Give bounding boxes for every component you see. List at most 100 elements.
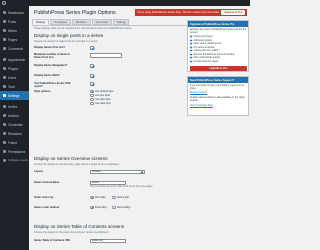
promo-feature: Add series groups <box>189 38 212 42</box>
sidebar-item-future[interactable]: Future <box>0 138 29 147</box>
section-title-overview: Display on Series Overview screens <box>34 156 108 161</box>
check-icon <box>189 49 193 52</box>
field-label: Maximum number of items in Series Post L… <box>34 53 70 60</box>
field-label: Series order method <box>34 206 60 209</box>
order-by-series-part-radio[interactable] <box>112 195 116 199</box>
max-items-input[interactable] <box>90 53 122 58</box>
style-box-radio[interactable] <box>90 93 94 97</box>
checklists-icon <box>3 123 6 126</box>
radio-label: Use box style <box>95 94 111 97</box>
series-custom-base-input[interactable]: series <box>90 180 126 185</box>
revisions-icon <box>3 132 6 135</box>
tools-icon <box>3 85 6 88</box>
banner-upgrade-button[interactable]: Upgrade to Pro <box>221 10 245 15</box>
sidebar-item-comments[interactable]: Comments <box>0 44 29 53</box>
upgrade-promo-box: Upgrade to PublishPress Series Pro Enhan… <box>187 20 249 72</box>
promo-header: Upgrade to PublishPress Series Pro <box>188 21 248 27</box>
sidebar-item-permissions[interactable]: Permissions <box>0 147 29 156</box>
display-series-meta-checkbox[interactable] <box>90 73 94 78</box>
series-icon <box>3 105 6 108</box>
wordpress-logo-icon[interactable] <box>2 1 6 5</box>
style-dark-radio[interactable] <box>90 101 94 105</box>
support-header: Need PublishPress Series Support? <box>188 77 248 83</box>
sidebar-item-series[interactable]: Series <box>0 102 29 111</box>
sidebar-item-dashboard[interactable]: Dashboard <box>0 8 29 17</box>
settings-icon <box>3 94 6 97</box>
field-label: Series Custom Base: <box>34 181 60 184</box>
style-light-radio[interactable] <box>90 97 94 101</box>
settings-form: These settings allow you to customize th… <box>32 26 194 250</box>
upgrade-banner: You're using PublishPress Series Free. T… <box>135 9 247 16</box>
section-desc-single-posts: Choose the design for pages that are inc… <box>34 40 98 43</box>
layout-select[interactable]: Default <box>90 169 145 174</box>
pages-icon <box>3 38 6 41</box>
authors-icon <box>3 114 6 117</box>
field-label: Order series by: <box>34 196 54 199</box>
sidebar-item-revisions[interactable]: Revisions <box>0 129 29 138</box>
order-by-post-date-radio[interactable] <box>90 195 94 199</box>
future-icon <box>3 141 6 144</box>
use-series-css-checkbox[interactable] <box>90 81 94 86</box>
radio-label: Descending <box>117 206 131 209</box>
collapse-menu-button[interactable]: Collapse menu <box>0 156 29 164</box>
promo-intro: Enhance the power of PublishPress Series… <box>190 29 247 34</box>
sidebar-item-posts[interactable]: Posts <box>0 17 29 26</box>
plugins-icon <box>3 67 6 70</box>
promo-upgrade-button[interactable]: Upgrade to Pro <box>190 66 247 71</box>
check-icon <box>189 59 193 63</box>
support-box: Need PublishPress Series Support? If you… <box>187 76 249 116</box>
sidebar-item-users[interactable]: Users <box>0 73 29 82</box>
banner-text: You're using PublishPress Series Free. T… <box>137 11 219 14</box>
permissions-icon <box>3 150 6 153</box>
radio-label: Post date <box>95 196 106 199</box>
request-support-link[interactable]: Request Support <box>190 92 207 94</box>
radio-label: Series part <box>117 196 130 199</box>
series-toc-url-input[interactable]: series-toc <box>90 238 126 243</box>
sidebar-item-authors[interactable]: Authors <box>0 111 29 120</box>
sidebar-item-pages[interactable]: Pages <box>0 35 29 44</box>
promo-feature: No ads inside the plugin <box>189 59 218 63</box>
posts-icon <box>3 20 6 23</box>
style-default-radio[interactable] <box>90 89 94 93</box>
promo-feature: Fast, professional support <box>189 56 220 59</box>
sidebar-item-media[interactable]: Media <box>0 26 29 35</box>
display-series-navigation-checkbox[interactable] <box>90 63 94 68</box>
admin-sidebar: Dashboard Posts Media Pages Comments App… <box>0 6 29 250</box>
sidebar-item-checklists[interactable]: Checklists <box>0 120 29 129</box>
page-title: PublishPress Series Plugin Options <box>34 10 116 16</box>
radio-label: Use dark style <box>95 102 111 105</box>
knowledge-base-link[interactable]: View Knowledge Base <box>190 105 213 107</box>
check-icon <box>189 56 193 59</box>
chevron-down-icon <box>140 170 144 174</box>
sidebar-item-plugins[interactable]: Plugins <box>0 64 29 73</box>
promo-feature: Choose who can publish <box>189 49 219 52</box>
field-label: Display Series Meta? <box>34 74 60 77</box>
field-label: Display Series Navigation? <box>34 64 68 67</box>
users-icon <box>3 76 6 79</box>
dashboard-icon <box>3 11 6 14</box>
order-descending-radio[interactable] <box>112 205 116 209</box>
field-label: Display Series Post List? <box>34 46 65 49</box>
sidebar-item-tools[interactable]: Tools <box>0 82 29 91</box>
promo-feature: Pro series templates <box>189 45 215 49</box>
appearance-icon <box>3 58 6 61</box>
radio-label: Ascending <box>95 206 107 209</box>
intro-text: These settings allow you to customize th… <box>34 27 133 30</box>
wp-admin-screen: Dashboard Posts Media Pages Comments App… <box>0 0 250 250</box>
promo-feature: Choose post types <box>189 35 213 38</box>
support-text: If you need help or have a new feature r… <box>190 85 245 90</box>
sidebar-item-appearance[interactable]: Appearance <box>0 55 29 64</box>
promo-feature: Allow series multiple series <box>189 42 221 45</box>
sidebar-item-settings[interactable]: Settings <box>0 91 29 100</box>
section-desc-overview: Choose the design for the taxonomy page … <box>34 163 120 166</box>
promo-feature: Remove PublishPress ads and branding <box>189 52 235 56</box>
order-ascending-radio[interactable] <box>90 205 94 209</box>
field-label: Use PublishPress Series CSS styles? <box>34 82 71 89</box>
section-title-toc: Display on Series Table of Contents scre… <box>34 224 125 229</box>
section-desc-toc: Choose the design for the page where all… <box>34 231 110 234</box>
section-title-single-posts: Display on single posts in a series <box>34 33 104 38</box>
display-series-post-list-checkbox[interactable] <box>90 45 94 50</box>
comments-icon <box>3 47 6 50</box>
field-label: Series Table of Contents URL: <box>34 239 72 242</box>
field-label: Style options <box>34 90 51 93</box>
